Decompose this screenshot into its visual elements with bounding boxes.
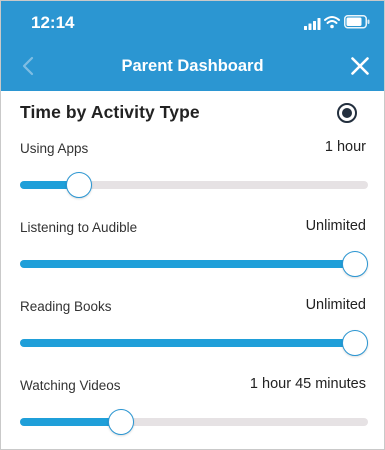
activity-type-radio[interactable]: [337, 103, 357, 123]
status-time: 12:14: [31, 13, 75, 32]
slider-fill: [20, 339, 355, 347]
activity-row-listening-to-audible: Listening to Audible Unlimited: [1, 218, 384, 299]
battery-icon: [344, 15, 370, 34]
activity-slider[interactable]: [20, 329, 368, 359]
slider-thumb[interactable]: [342, 251, 368, 277]
wifi-icon: [324, 15, 340, 34]
slider-thumb[interactable]: [107, 409, 134, 435]
activity-value: Unlimited: [305, 297, 366, 313]
activity-slider[interactable]: [20, 171, 368, 201]
activity-value: 1 hour 45 minutes: [249, 376, 366, 392]
slider-thumb[interactable]: [342, 330, 368, 356]
page-title: Parent Dashboard: [121, 57, 264, 75]
slider-fill: [20, 418, 121, 426]
slider-fill: [20, 260, 355, 268]
activity-slider[interactable]: [20, 250, 368, 280]
activity-slider[interactable]: [20, 408, 368, 438]
close-button[interactable]: [345, 53, 375, 83]
activity-row-watching-videos: Watching Videos 1 hour 45 minutes: [1, 376, 384, 449]
activity-row-reading-books: Reading Books Unlimited: [1, 297, 384, 378]
activity-label: Watching Videos: [20, 378, 121, 393]
app-frame: 12:14 Parent Dashboard Time by Activity …: [0, 0, 385, 450]
activity-value: Unlimited: [305, 218, 366, 234]
section-title: Time by Activity Type: [20, 102, 200, 122]
activity-label: Reading Books: [20, 299, 112, 314]
activity-label: Using Apps: [20, 141, 89, 156]
header: 12:14 Parent Dashboard: [1, 1, 384, 91]
cellular-signal-icon: [304, 17, 321, 35]
close-icon: [351, 56, 369, 80]
activity-value: 1 hour: [324, 139, 366, 155]
status-bar: 12:14: [1, 1, 384, 45]
activity-label: Listening to Audible: [20, 220, 138, 235]
activity-row-using-apps: Using Apps 1 hour: [1, 139, 384, 220]
nav-bar: Parent Dashboard: [1, 45, 384, 91]
radio-selected-dot: [342, 108, 352, 118]
slider-thumb[interactable]: [66, 172, 93, 198]
